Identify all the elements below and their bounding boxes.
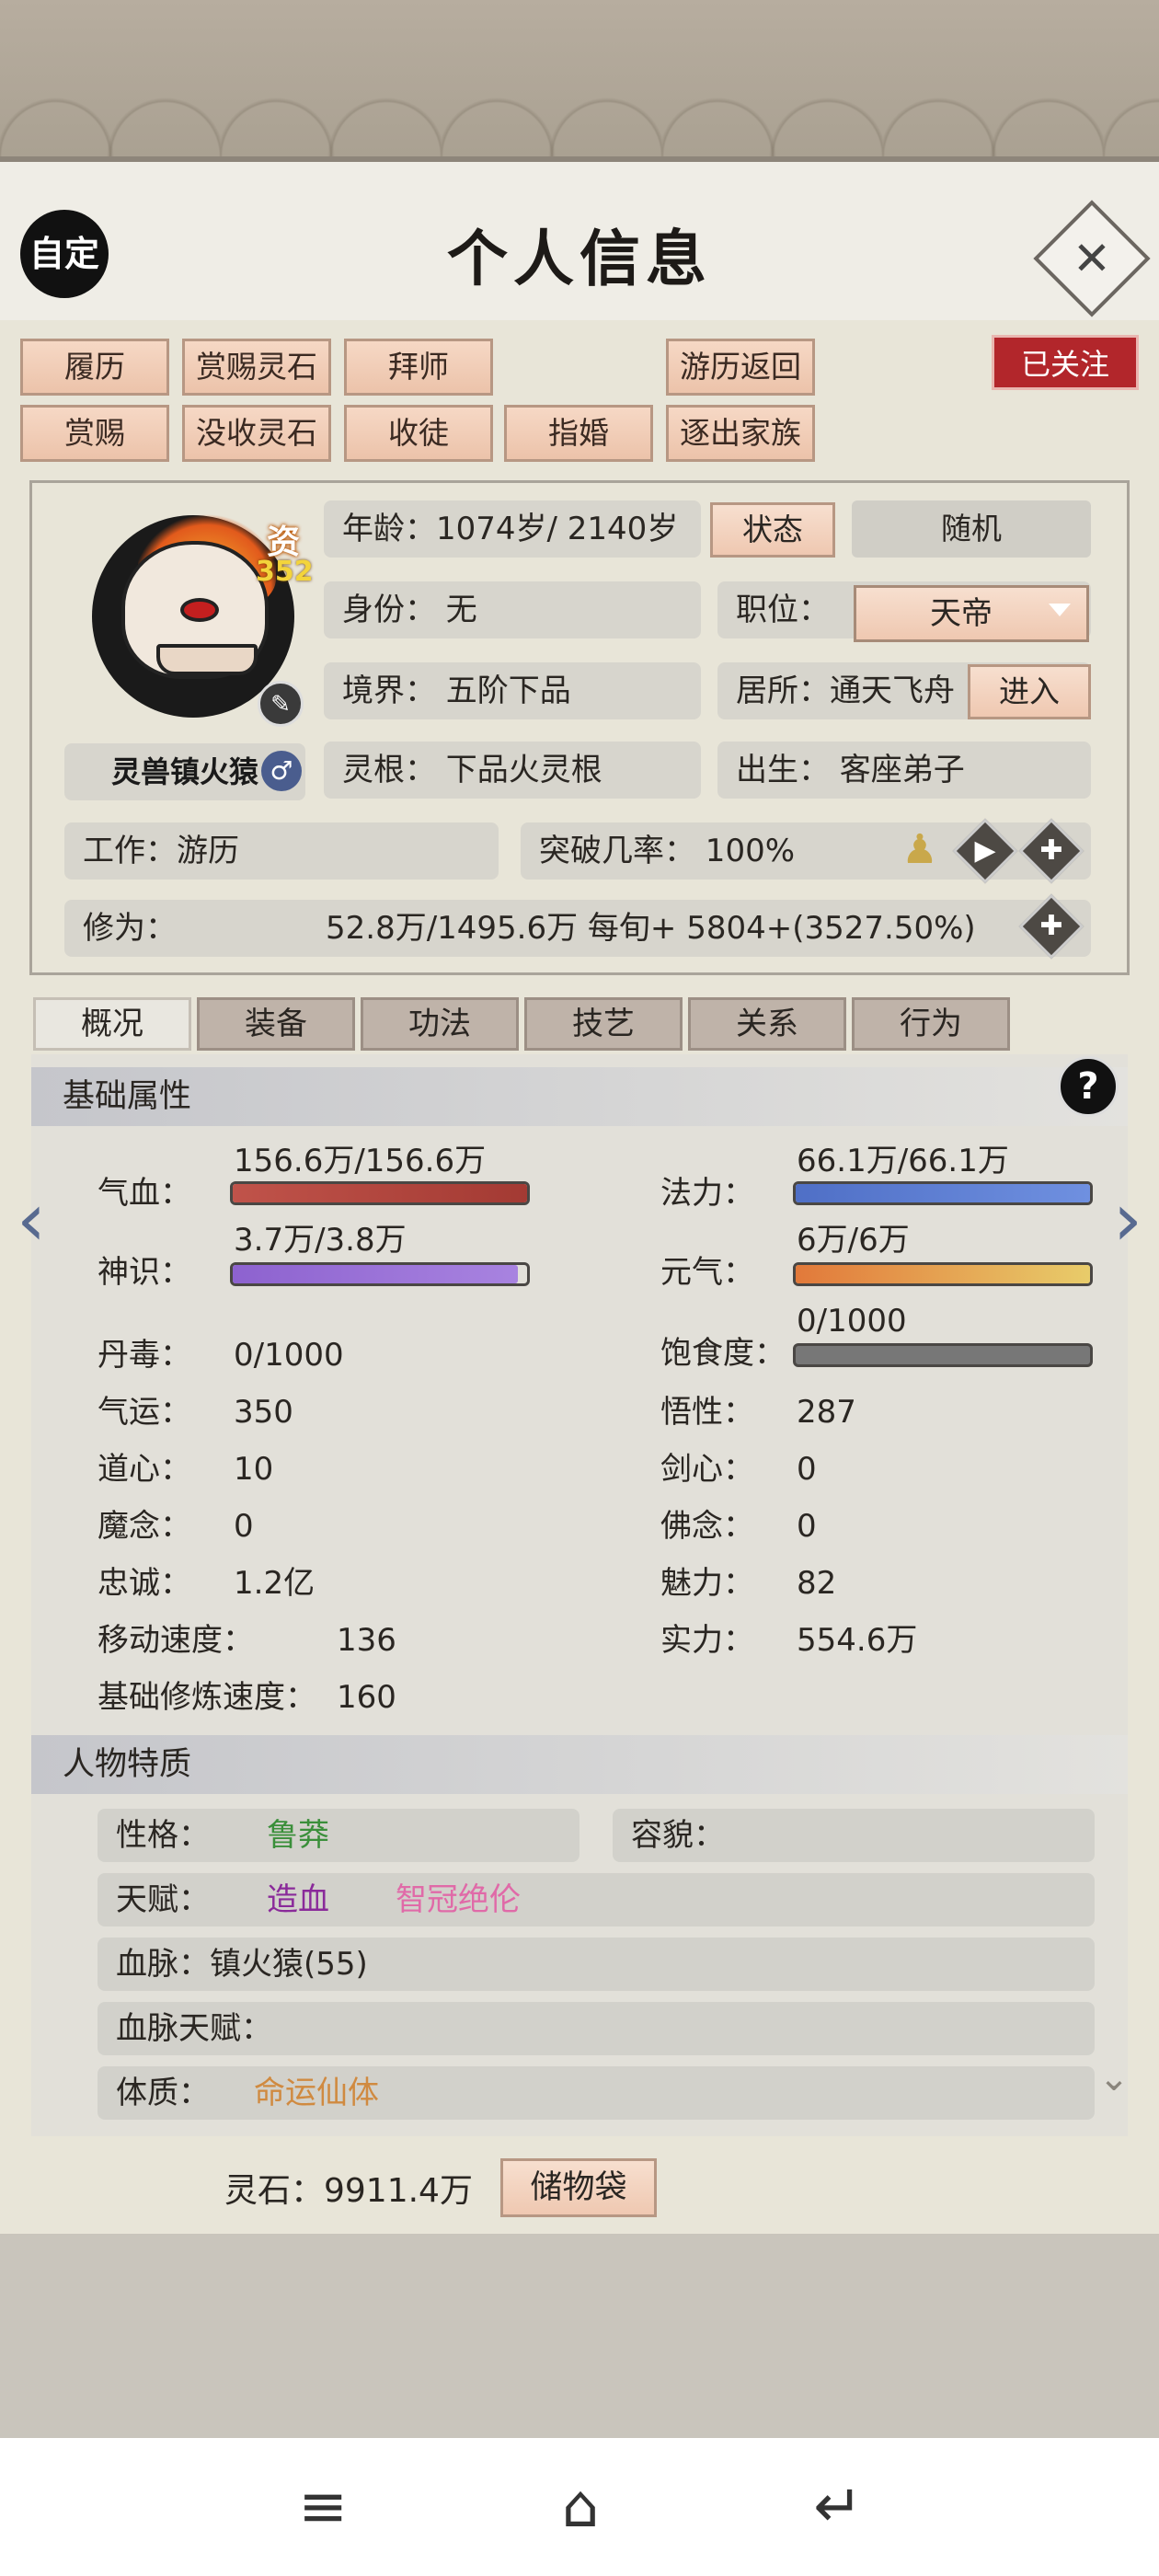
- hp-bar: [230, 1181, 530, 1205]
- spirit-stones-count: 灵石：9911.4万: [224, 2172, 473, 2210]
- confiscate-stones-button[interactable]: 没收灵石: [182, 405, 331, 462]
- next-arrow-icon[interactable]: ›: [1100, 1174, 1155, 1266]
- hp-text: 156.6万/156.6万: [234, 1143, 487, 1179]
- basic-attributes-header: 基础属性: [31, 1067, 1128, 1126]
- tab-overview[interactable]: 概况: [33, 997, 191, 1051]
- menu-icon[interactable]: ≡: [281, 2466, 364, 2548]
- take-disciple-button[interactable]: 收徒: [344, 405, 493, 462]
- personality-value[interactable]: 鲁莽: [267, 1809, 329, 1862]
- apprentice-button[interactable]: 拜师: [344, 339, 493, 396]
- top-decoration: [0, 0, 1159, 156]
- right-stat-value: 0: [797, 1451, 817, 1488]
- left-stat-value: 10: [234, 1451, 274, 1488]
- reward-stones-button[interactable]: 赏赐灵石: [182, 339, 331, 396]
- mana-text: 66.1万/66.1万: [797, 1143, 1009, 1179]
- left-stat-value: 350: [234, 1394, 293, 1431]
- tab-arts[interactable]: 技艺: [524, 997, 683, 1051]
- satiety-label: 饱食度：: [660, 1335, 786, 1372]
- arrange-marriage-button[interactable]: 指婚: [504, 405, 653, 462]
- play-icon[interactable]: ▶: [959, 825, 1011, 877]
- history-button[interactable]: 履历: [20, 339, 169, 396]
- hp-label: 气血：: [98, 1175, 191, 1212]
- aptitude-label: 资: [267, 523, 301, 561]
- male-gender-icon: ♂: [261, 751, 302, 791]
- page-title: 个人信息: [447, 223, 712, 294]
- avatar-mouth: [156, 644, 258, 675]
- help-icon[interactable]: ?: [1058, 1056, 1119, 1117]
- talent-1[interactable]: 造血: [267, 1873, 329, 1926]
- physique-label: 体质：: [116, 2075, 210, 2111]
- follow-badge[interactable]: 已关注: [992, 335, 1139, 390]
- plus-icon[interactable]: ✚: [1026, 825, 1077, 877]
- birth-field: 出生： 客座弟子: [717, 742, 1091, 799]
- left-stat-value: 0: [234, 1508, 254, 1545]
- right-stat-value: 287: [797, 1394, 856, 1431]
- bloodline-row: 血脉：镇火猿(55): [98, 1938, 1095, 1991]
- avatar-eye: [180, 598, 219, 622]
- job-field: 工作：游历: [64, 822, 499, 880]
- cultivation-field: 修为： 52.8万/1495.6万 每旬+ 5804+(3527.50%): [64, 900, 1091, 957]
- enter-button[interactable]: 进入: [968, 664, 1091, 719]
- expel-button[interactable]: 逐出家族: [666, 405, 815, 462]
- position-label: 职位：: [736, 592, 830, 628]
- back-icon[interactable]: ↵: [797, 2466, 879, 2548]
- breakthrough-figure-icon[interactable]: ♟: [892, 822, 947, 878]
- physique-row: 体质： 命运仙体: [98, 2066, 1095, 2120]
- personality-label: 性格：: [116, 1817, 210, 1854]
- left-stat-value: 1.2亿: [234, 1565, 316, 1602]
- left-stat-label: 移动速度：: [98, 1622, 254, 1659]
- talent-row: 天赋： 造血 智冠绝伦: [98, 1873, 1095, 1926]
- identity-field: 身份： 无: [324, 581, 701, 638]
- auto-button[interactable]: 自定: [20, 210, 109, 298]
- traits-header: 人物特质: [31, 1735, 1128, 1794]
- mana-bar: [793, 1181, 1093, 1205]
- tab-relations[interactable]: 关系: [688, 997, 846, 1051]
- right-stat-value: 554.6万: [797, 1622, 918, 1659]
- scroll-down-icon[interactable]: ⌄: [1091, 2057, 1137, 2103]
- travel-return-button[interactable]: 游历返回: [666, 339, 815, 396]
- right-stat-value: 0: [797, 1508, 817, 1545]
- tab-skills[interactable]: 功法: [361, 997, 519, 1051]
- storage-bag-button[interactable]: 储物袋: [500, 2158, 657, 2217]
- talent-2[interactable]: 智冠绝伦: [396, 1873, 521, 1926]
- age-field: 年龄：1074岁/ 2140岁: [324, 500, 701, 558]
- spirit-root-field: 灵根： 下品火灵根: [324, 742, 701, 799]
- satiety-text: 0/1000: [797, 1303, 907, 1340]
- vitality-label: 元气：: [660, 1254, 754, 1291]
- home-icon[interactable]: ⌂: [539, 2466, 622, 2548]
- appearance-row: 容貌：: [613, 1809, 1095, 1862]
- aptitude-value: 352: [256, 556, 314, 588]
- tab-equipment[interactable]: 装备: [197, 997, 355, 1051]
- spirit-sense-label: 神识：: [98, 1254, 191, 1291]
- bloodline-talent-row: 血脉天赋：: [98, 2002, 1095, 2055]
- reward-button[interactable]: 赏赐: [20, 405, 169, 462]
- spirit-sense-text: 3.7万/3.8万: [234, 1222, 407, 1259]
- cultivation-value: 52.8万/1495.6万 每旬+ 5804+(3527.50%): [326, 910, 976, 947]
- physique-value[interactable]: 命运仙体: [254, 2066, 379, 2120]
- cultivation-label: 修为：: [83, 910, 177, 947]
- close-icon: ✕: [1073, 232, 1111, 285]
- status-button[interactable]: 状态: [710, 502, 835, 558]
- edit-pen-icon[interactable]: ✎: [258, 681, 304, 727]
- prev-arrow-icon[interactable]: ‹: [4, 1174, 59, 1266]
- random-button[interactable]: 随机: [852, 500, 1091, 558]
- left-stat-value: 0/1000: [234, 1337, 344, 1374]
- cultivation-plus-icon[interactable]: ✚: [1026, 901, 1077, 952]
- left-stat-label: 基础修炼速度：: [98, 1679, 316, 1716]
- chevron-down-icon: [1049, 604, 1071, 616]
- vitality-bar: [793, 1262, 1093, 1286]
- tab-behavior[interactable]: 行为: [852, 997, 1010, 1051]
- right-stat-value: 82: [797, 1565, 837, 1602]
- personality-row: 性格： 鲁莽: [98, 1809, 580, 1862]
- bottom-band: [0, 2234, 1159, 2438]
- talent-label: 天赋：: [116, 1881, 210, 1918]
- spirit-sense-bar: [230, 1262, 530, 1286]
- satiety-bar: [793, 1343, 1093, 1367]
- vitality-text: 6万/6万: [797, 1222, 910, 1259]
- realm-field: 境界： 五阶下品: [324, 662, 701, 719]
- mana-label: 法力：: [660, 1175, 754, 1212]
- left-stat-value: 136: [337, 1622, 396, 1659]
- left-stat-value: 160: [337, 1679, 396, 1716]
